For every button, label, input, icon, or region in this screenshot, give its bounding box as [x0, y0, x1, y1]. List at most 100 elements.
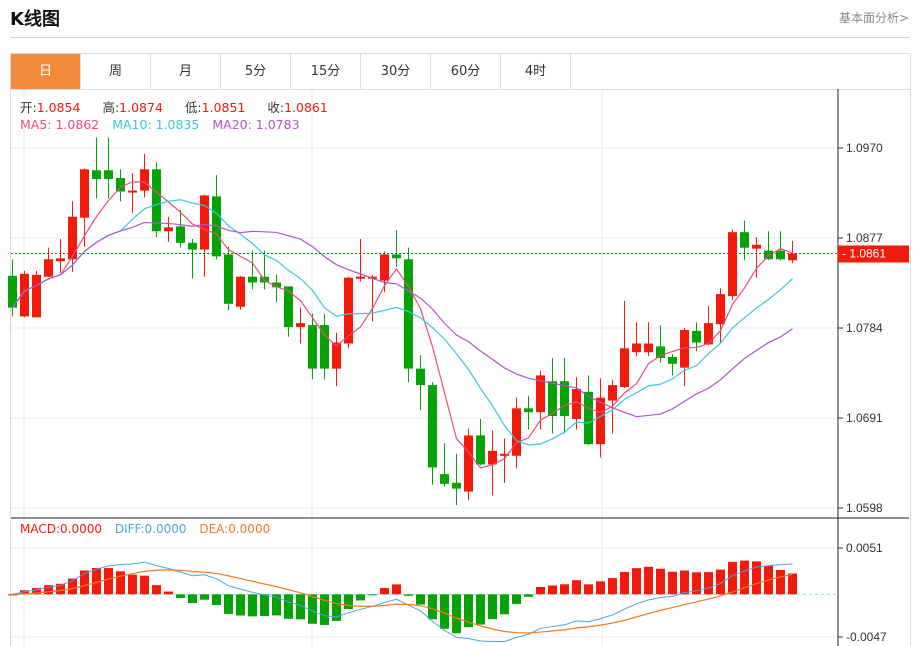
candle-up	[128, 190, 137, 193]
candle-down	[188, 242, 197, 250]
candle-up	[236, 276, 245, 307]
ma10-value: MA10: 1.0835	[112, 117, 200, 132]
macd-bar	[284, 594, 293, 619]
high-value: 1.0874	[119, 100, 163, 115]
macd-bar	[236, 594, 245, 616]
candle-down	[740, 232, 749, 248]
macd-readout: MACD:0.0000 DIFF:0.0000 DEA:0.0000	[20, 522, 279, 536]
candle-down	[476, 435, 485, 465]
ma20-line	[12, 221, 793, 418]
macd-bar	[104, 568, 113, 595]
macd-bar	[368, 594, 377, 596]
candle-up	[296, 323, 305, 328]
diff-value: DIFF:0.0000	[114, 522, 187, 536]
price-tick-label: 1.0970	[846, 141, 883, 155]
macd-bar	[164, 591, 173, 595]
candle-down	[92, 170, 101, 179]
macd-bar	[644, 566, 653, 595]
candle-down	[668, 357, 677, 364]
macd-bar	[152, 585, 161, 595]
macd-bar	[176, 594, 185, 598]
macd-bar	[188, 594, 197, 604]
macd-bar	[776, 569, 785, 595]
candle-up	[356, 276, 365, 279]
macd-bar	[656, 568, 665, 595]
macd-bar	[248, 594, 257, 617]
candle-up	[464, 435, 473, 492]
candle-up	[200, 195, 209, 250]
candle-down	[392, 254, 401, 259]
macd-bar	[488, 594, 497, 620]
candle-up	[596, 397, 605, 445]
candle-up	[788, 253, 797, 261]
candle-up	[44, 259, 53, 277]
candle-down	[284, 286, 293, 328]
candle-up	[380, 254, 389, 281]
macd-bar	[116, 571, 125, 595]
macd-bar	[404, 594, 413, 596]
candle-down	[404, 259, 413, 369]
candle-down	[776, 250, 785, 260]
macd-bar	[308, 594, 317, 624]
macd-bar	[212, 594, 221, 606]
candle-up	[704, 323, 713, 345]
macd-bar	[140, 575, 149, 595]
macd-bar	[512, 594, 521, 604]
candle-up	[644, 343, 653, 353]
price-tick-label: 1.0784	[846, 321, 883, 335]
macd-bar	[380, 587, 389, 595]
candle-down	[152, 169, 161, 232]
candle-down	[692, 330, 701, 343]
macd-bar	[788, 573, 797, 595]
candle-down	[452, 482, 461, 489]
macd-bar	[452, 594, 461, 634]
macd-bar	[392, 584, 401, 595]
high-label: 高:	[102, 100, 120, 115]
dea-value: DEA:0.0000	[199, 522, 271, 536]
price-tick-label: 1.0691	[846, 411, 883, 425]
candle-down	[584, 391, 593, 445]
macd-bar	[260, 594, 269, 617]
macd-bar	[356, 594, 365, 601]
low-label: 低:	[184, 100, 202, 115]
candle-down	[176, 226, 185, 243]
candle-up	[632, 343, 641, 353]
macd-bar	[548, 585, 557, 595]
macd-bar	[524, 594, 533, 597]
candle-down	[104, 170, 113, 179]
candle-down	[248, 276, 257, 283]
candle-down	[440, 474, 449, 484]
candle-up	[164, 227, 173, 232]
macd-bar	[608, 578, 617, 595]
candle-up	[512, 408, 521, 456]
macd-bar	[200, 594, 209, 600]
candle-up	[752, 244, 761, 249]
macd-tick-label: -0.0047	[846, 630, 887, 644]
macd-bar	[560, 584, 569, 595]
macd-value: MACD:0.0000	[20, 522, 103, 536]
candle-down	[320, 325, 329, 369]
candle-up	[716, 294, 725, 325]
candle-down	[308, 325, 317, 369]
current-price-label: - 1.0861	[842, 246, 886, 260]
candle-up	[32, 274, 41, 318]
candle-down	[416, 368, 425, 386]
candle-up	[68, 216, 77, 260]
ma10-line	[12, 199, 793, 446]
candle-down	[428, 385, 437, 468]
macd-bar	[128, 574, 137, 595]
macd-bar	[224, 594, 233, 614]
macd-bar	[572, 580, 581, 595]
ma20-value: MA20: 1.0783	[212, 117, 300, 132]
macd-bar	[620, 571, 629, 595]
ma5-line	[12, 181, 793, 469]
open-value: 1.0854	[36, 100, 81, 115]
candle-up	[728, 232, 737, 297]
macd-bar	[596, 581, 605, 595]
macd-bar	[476, 594, 485, 625]
candle-up	[140, 169, 149, 191]
candle-down	[224, 254, 233, 304]
candle-down	[524, 408, 533, 413]
price-tick-label: 1.0598	[846, 501, 883, 515]
candle-up	[56, 258, 65, 262]
